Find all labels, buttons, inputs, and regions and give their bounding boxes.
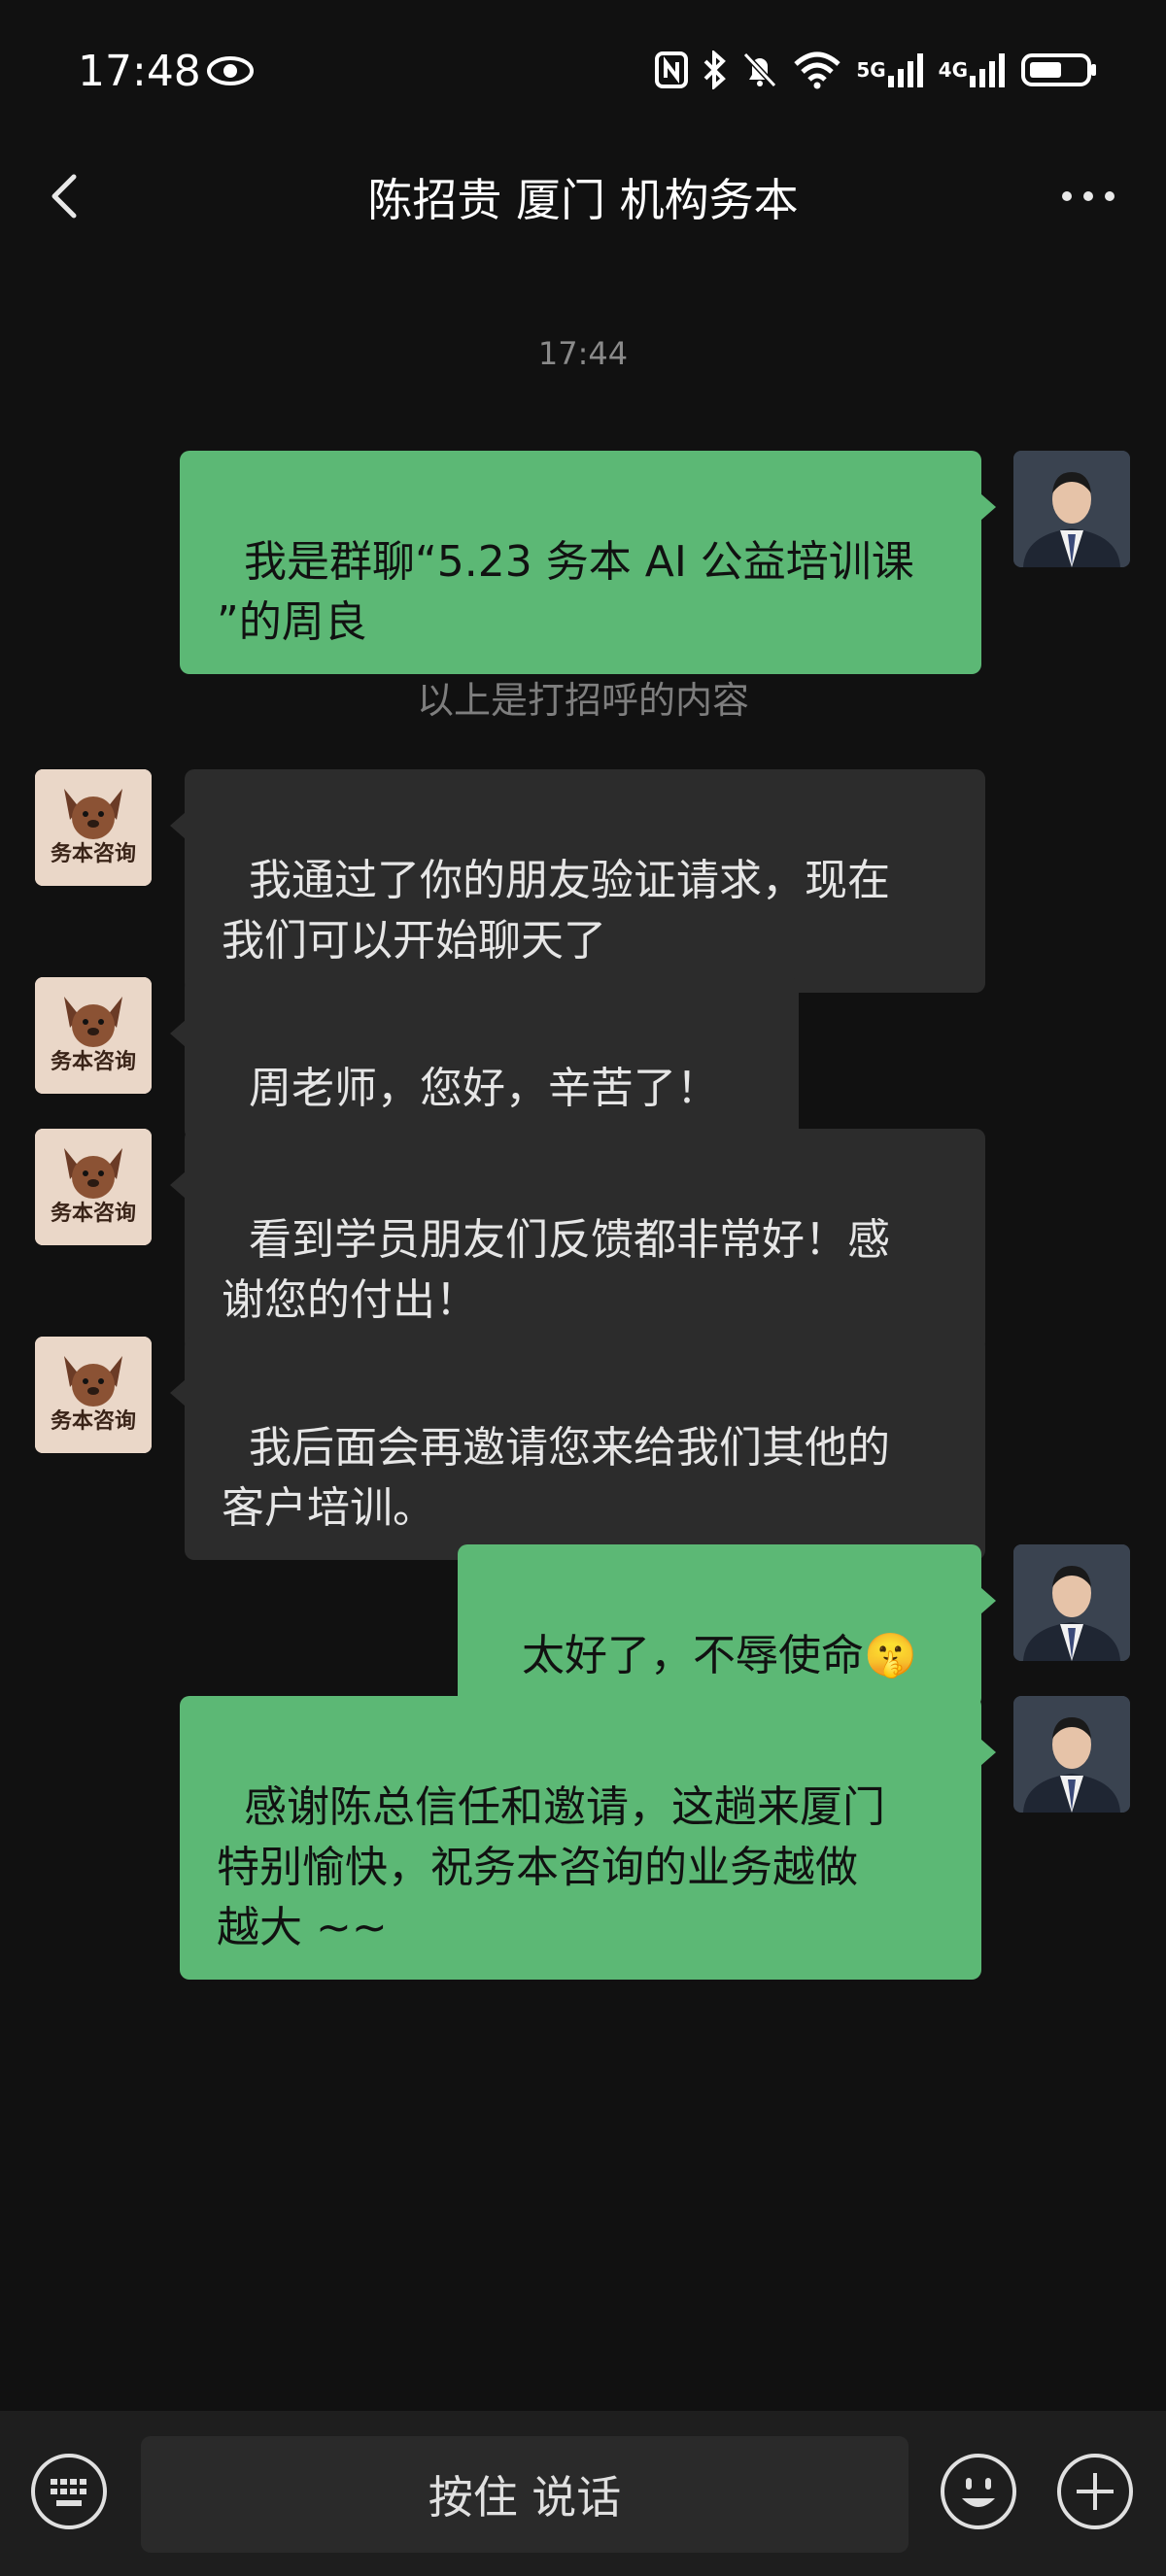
message-text: 我通过了你的朋友验证请求，现在 我们可以开始聊天了 (222, 856, 890, 966)
status-icons: 5G 4G (654, 51, 1098, 89)
net-label-4g: 4G (938, 58, 968, 82)
message-bubble[interactable]: 太好了，不辱使命🤫 (458, 1544, 996, 1708)
contact-avatar[interactable]: 务本咨询 (35, 977, 152, 1094)
message-timestamp: 17:44 (537, 335, 629, 372)
chat-header: 陈招贵 厦门 机构务本 (0, 146, 1166, 253)
message-text: 周老师，您好，辛苦了！ (248, 1064, 719, 1113)
dog-logo-icon: 务本咨询 (35, 977, 152, 1094)
eye-icon (207, 56, 254, 85)
contact-avatar-text: 务本咨询 (51, 1408, 136, 1434)
mute-bell-icon (741, 51, 778, 89)
person-avatar-icon (1013, 1696, 1130, 1813)
message-bubble[interactable]: 周老师，您好，辛苦了！ (170, 977, 799, 1140)
contact-avatar-text: 务本咨询 (51, 1049, 136, 1074)
person-avatar-icon (1013, 1544, 1130, 1661)
message-bubble[interactable]: 我是群聊“5.23 务本 AI 公益培训课 ”的周良 (180, 451, 996, 674)
status-bar: 17:48 5G 4G (0, 0, 1166, 146)
more-options-icon[interactable] (1049, 167, 1127, 225)
my-avatar[interactable] (1013, 1696, 1130, 1813)
bluetooth-icon (703, 51, 728, 89)
dog-logo-icon: 务本咨询 (35, 1337, 152, 1453)
my-avatar[interactable] (1013, 1544, 1130, 1661)
contact-avatar-text: 务本咨询 (51, 841, 136, 866)
dog-logo-icon: 务本咨询 (35, 1129, 152, 1245)
contact-avatar-text: 务本咨询 (51, 1201, 136, 1226)
message-text: 看到学员朋友们反馈都非常好！感 谢您的付出！ (222, 1215, 890, 1325)
back-arrow-icon[interactable] (39, 167, 97, 225)
message-text: 我是群聊“5.23 务本 AI 公益培训课 ”的周良 (217, 537, 914, 647)
shushing-face-emoji: 🤫 (863, 1631, 917, 1680)
hold-to-talk-button[interactable]: 按住 说话 (141, 2436, 909, 2553)
status-time: 17:48 (78, 47, 201, 96)
keyboard-icon[interactable] (29, 2452, 109, 2531)
chat-title: 陈招贵 厦门 机构务本 (367, 174, 799, 226)
system-note: 以上是打招呼的内容 (416, 679, 749, 722)
contact-avatar[interactable]: 务本咨询 (35, 769, 152, 886)
message-bubble[interactable]: 看到学员朋友们反馈都非常好！感 谢您的付出！ (170, 1129, 985, 1352)
contact-avatar[interactable]: 务本咨询 (35, 1129, 152, 1245)
message-text: 感谢陈总信任和邀请，这趟来厦门 特别愉快，祝务本咨询的业务越做 越大 ~~ (217, 1782, 885, 1952)
contact-avatar[interactable]: 务本咨询 (35, 1337, 152, 1453)
signal-4g-icon: 4G (939, 51, 1007, 89)
my-avatar[interactable] (1013, 451, 1130, 567)
message-bubble[interactable]: 我后面会再邀请您来给我们其他的 客户培训。 (170, 1337, 985, 1560)
wifi-icon (792, 51, 842, 89)
message-text: 我后面会再邀请您来给我们其他的 客户培训。 (222, 1423, 890, 1533)
plus-icon[interactable] (1055, 2452, 1135, 2531)
signal-5g-icon: 5G (856, 51, 924, 89)
message-bubble[interactable]: 感谢陈总信任和邀请，这趟来厦门 特别愉快，祝务本咨询的业务越做 越大 ~~ (180, 1696, 996, 1980)
input-bar: 按住 说话 (0, 2411, 1166, 2576)
person-avatar-icon (1013, 451, 1130, 567)
net-label-5g: 5G (856, 58, 886, 82)
dog-logo-icon: 务本咨询 (35, 769, 152, 886)
battery-icon (1020, 51, 1098, 89)
emoji-icon[interactable] (939, 2452, 1018, 2531)
message-bubble[interactable]: 我通过了你的朋友验证请求，现在 我们可以开始聊天了 (170, 769, 985, 993)
message-text: 太好了，不辱使命 (521, 1631, 864, 1680)
nfc-icon (654, 51, 689, 89)
